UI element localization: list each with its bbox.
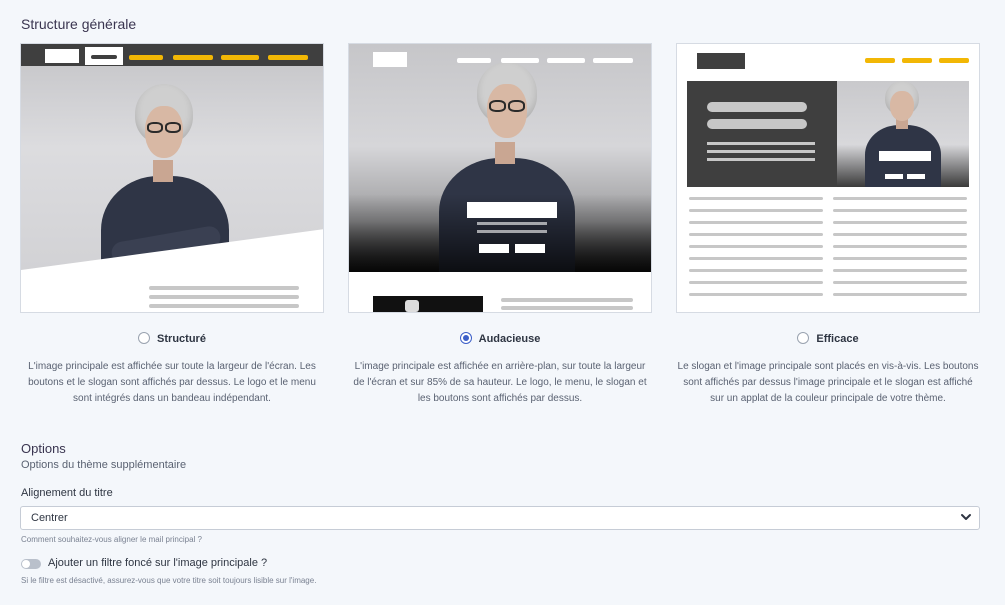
preview-logo (373, 52, 407, 67)
radio-bold[interactable] (459, 332, 472, 344)
dark-filter-label: Ajouter un filtre foncé sur l'image prin… (48, 557, 268, 569)
layout-cards: Structuré L'image principale est affiché… (20, 43, 980, 404)
preview-hero-image (349, 44, 651, 272)
layout-card-bold[interactable]: Audacieuse L'image principale est affich… (348, 43, 652, 404)
layout-label-bold: Audacieuse (478, 333, 541, 345)
radio-structure[interactable] (138, 332, 151, 344)
preview-hero-image (837, 81, 969, 187)
layout-option-efficient[interactable]: Efficace (676, 332, 980, 345)
layout-card-structure[interactable]: Structuré L'image principale est affiché… (20, 43, 324, 404)
alignment-help: Comment souhaitez-vous aligner le mail p… (21, 535, 202, 544)
layout-description-bold: L'image principale est affichée en arriè… (353, 361, 647, 404)
section-title-structure: Structure générale (21, 16, 137, 32)
preview-slogan-panel (687, 81, 837, 187)
radio-efficient[interactable] (797, 332, 810, 344)
layout-preview-bold[interactable] (348, 43, 652, 313)
layout-description-efficient: Le slogan et l'image principale sont pla… (677, 361, 979, 404)
preview-button-2 (515, 244, 545, 253)
options-title: Options (21, 441, 66, 456)
layout-preview-efficient[interactable] (676, 43, 980, 313)
person-illustration (863, 81, 943, 187)
layout-label-structure: Structuré (157, 333, 206, 345)
layout-preview-structure[interactable] (20, 43, 324, 313)
alignment-select[interactable]: Centrer (20, 506, 980, 530)
layout-option-structure[interactable]: Structuré (20, 332, 324, 345)
alignment-label: Alignement du titre (21, 487, 113, 499)
preview-slogan (467, 202, 557, 218)
preview-logo (697, 53, 745, 69)
layout-label-efficient: Efficace (816, 333, 859, 345)
layout-description-structure: L'image principale est affichée sur tout… (28, 361, 316, 404)
layout-card-efficient[interactable]: Efficace Le slogan et l'image principale… (676, 43, 980, 404)
alignment-select-value: Centrer (31, 512, 68, 524)
preview-diagonal-cut (21, 229, 323, 312)
options-subtitle: Options du thème supplémentaire (21, 459, 187, 471)
dark-filter-toggle[interactable] (21, 559, 41, 569)
preview-button-1 (479, 244, 509, 253)
dark-filter-help: Si le filtre est désactivé, assurez-vous… (21, 576, 317, 585)
layout-option-bold[interactable]: Audacieuse (348, 332, 652, 345)
preview-logo (45, 49, 79, 63)
chevron-down-icon (961, 514, 971, 520)
